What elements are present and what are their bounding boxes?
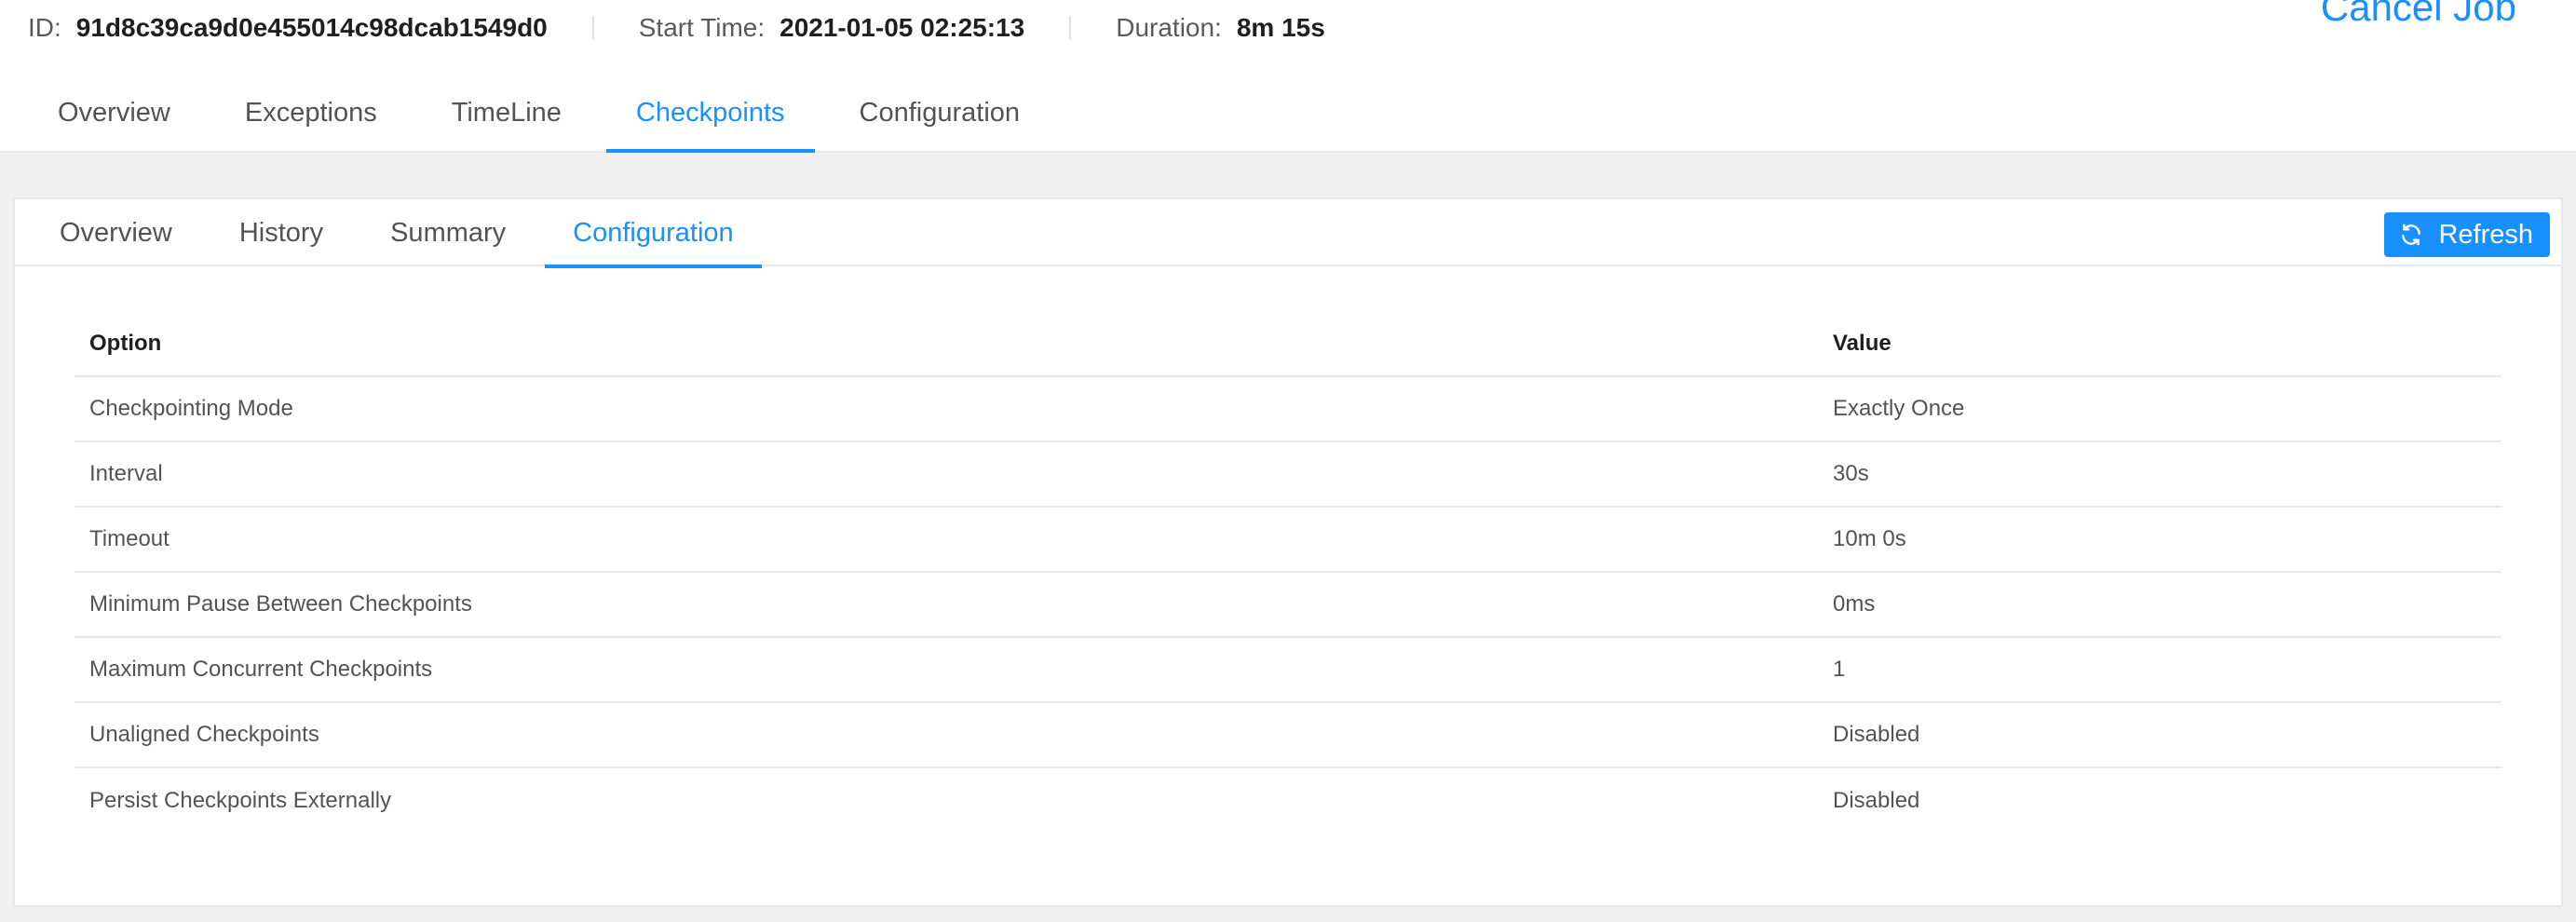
tab-configuration[interactable]: Configuration — [830, 80, 1051, 153]
table-header-row: Option Value — [75, 311, 2501, 377]
job-id: ID: 91d8c39ca9d0e455014c98dcab1549d0 — [28, 13, 548, 43]
option-cell: Persist Checkpoints Externally — [89, 787, 392, 813]
refresh-icon — [2399, 223, 2438, 247]
table-row: Timeout 10m 0s — [75, 507, 2501, 573]
table-row: Unaligned Checkpoints Disabled — [75, 702, 2501, 768]
value-cell: 10m 0s — [1818, 507, 2501, 573]
tab-checkpoints[interactable]: Checkpoints — [605, 80, 815, 153]
job-start-time: Start Time: 2021-01-05 02:25:13 — [639, 13, 1024, 43]
job-id-label: ID: — [28, 13, 61, 42]
divider — [591, 16, 594, 40]
subtab-summary[interactable]: Summary — [362, 199, 534, 266]
option-cell: Timeout — [75, 507, 1818, 573]
table-row: Minimum Pause Between Checkpoints 0ms — [75, 572, 2501, 638]
refresh-button[interactable]: Refresh — [2384, 212, 2550, 257]
subtab-overview[interactable]: Overview — [32, 199, 200, 266]
start-time-value: 2021-01-05 02:25:13 — [780, 13, 1025, 42]
table-row: Persist Checkpoints Externally Disabled — [75, 767, 2501, 833]
checkpoint-config-table-wrap: Option Value Checkpointing Mode Exactly … — [75, 311, 2501, 833]
subtab-history[interactable]: History — [211, 199, 351, 266]
value-cell: 0ms — [1818, 572, 2501, 638]
checkpoints-card: Overview History Summary Configuration R… — [13, 197, 2563, 907]
checkpoints-subtabs-bar: Overview History Summary Configuration R… — [15, 199, 2561, 268]
option-cell: Unaligned Checkpoints — [75, 702, 1818, 768]
duration-label: Duration: — [1116, 13, 1222, 42]
value-cell: Exactly Once — [1818, 376, 2501, 442]
value-cell: 1 — [1818, 637, 2501, 703]
option-cell: Checkpointing Mode — [75, 376, 1818, 442]
value-cell: Disabled — [1818, 702, 2501, 768]
job-duration: Duration: 8m 15s — [1116, 13, 1325, 43]
divider — [1069, 16, 1072, 40]
checkpoint-config-table: Option Value Checkpointing Mode Exactly … — [75, 311, 2501, 833]
subtab-configuration[interactable]: Configuration — [545, 199, 762, 268]
start-time-label: Start Time: — [638, 13, 766, 42]
tab-timeline[interactable]: TimeLine — [422, 80, 591, 153]
table-row: Checkpointing Mode Exactly Once — [75, 376, 2501, 442]
value-cell: 30s — [1818, 441, 2501, 508]
job-header: ID: 91d8c39ca9d0e455014c98dcab1549d0 Sta… — [0, 0, 2576, 153]
option-cell: Minimum Pause Between Checkpoints — [75, 572, 1818, 638]
value-cell: Disabled — [1833, 787, 1920, 813]
checkpoints-subtabs: Overview History Summary Configuration — [32, 199, 773, 268]
value-column-header: Value — [1818, 311, 2501, 377]
option-column-header: Option — [75, 311, 1818, 377]
job-tabs: Overview Exceptions TimeLine Checkpoints… — [28, 80, 1064, 153]
table-row: Maximum Concurrent Checkpoints 1 — [75, 637, 2501, 703]
table-row: Interval 30s — [75, 441, 2501, 508]
tab-overview[interactable]: Overview — [28, 80, 200, 153]
job-id-value: 91d8c39ca9d0e455014c98dcab1549d0 — [75, 13, 548, 42]
option-cell: Maximum Concurrent Checkpoints — [75, 637, 1818, 703]
cancel-job-link[interactable]: Cancel Job — [2321, 0, 2516, 30]
job-meta: ID: 91d8c39ca9d0e455014c98dcab1549d0 Sta… — [28, 7, 1325, 48]
duration-value: 8m 15s — [1236, 13, 1325, 42]
option-cell: Interval — [75, 441, 1818, 508]
tab-exceptions[interactable]: Exceptions — [215, 80, 407, 153]
refresh-button-label: Refresh — [2438, 219, 2533, 250]
